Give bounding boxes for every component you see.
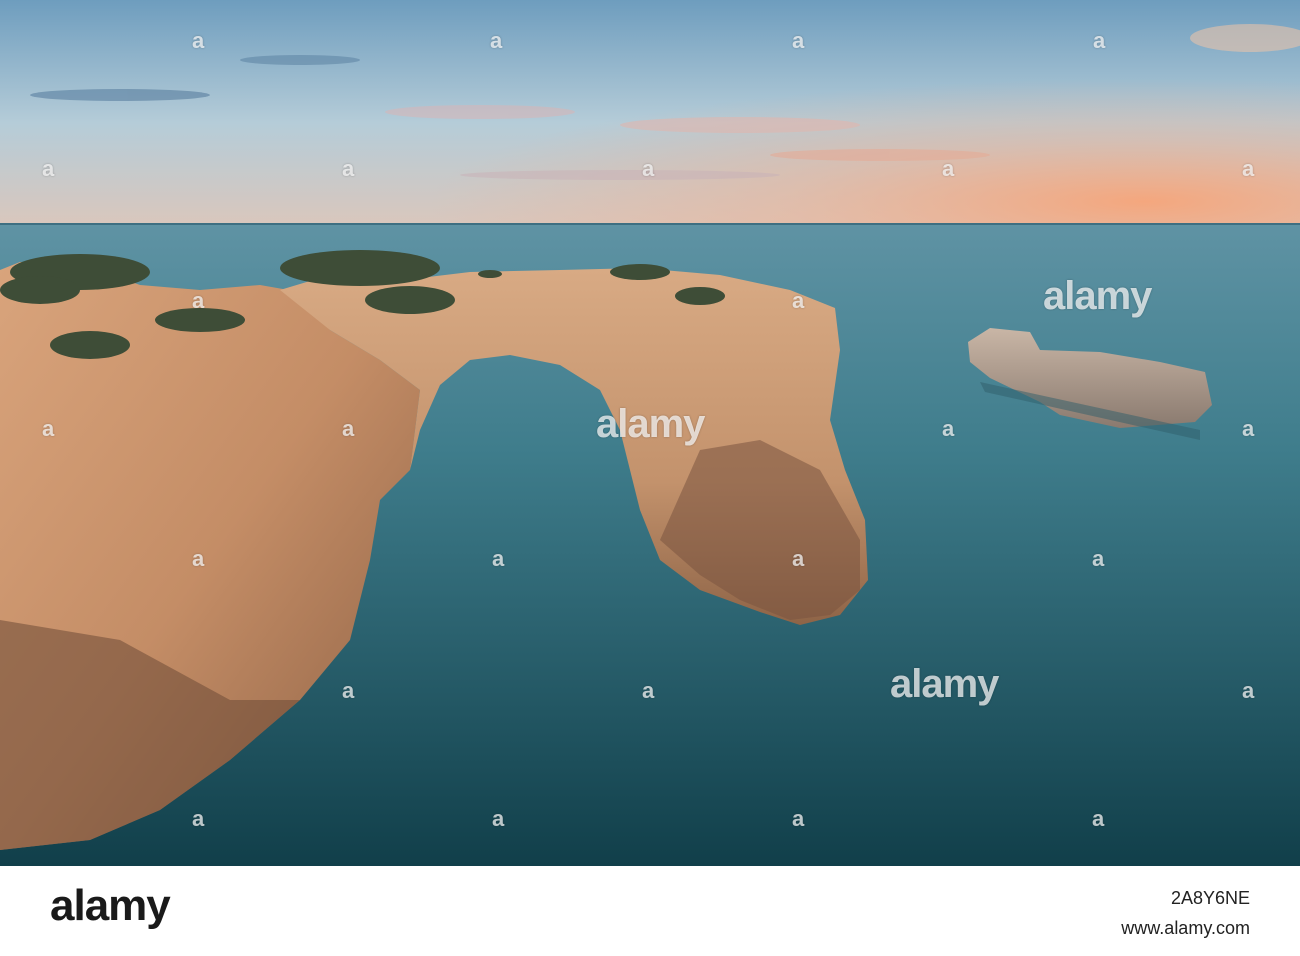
alamy-logo: alamy: [50, 881, 171, 930]
site-url[interactable]: www.alamy.com: [1121, 918, 1250, 940]
stock-photo: [0, 0, 1300, 866]
photo-canvas: [0, 0, 1300, 866]
footer-bar: alamy 2A8Y6NE www.alamy.com: [0, 866, 1300, 956]
image-id: 2A8Y6NE: [1170, 888, 1250, 908]
sunset-glow: [0, 0, 1300, 224]
